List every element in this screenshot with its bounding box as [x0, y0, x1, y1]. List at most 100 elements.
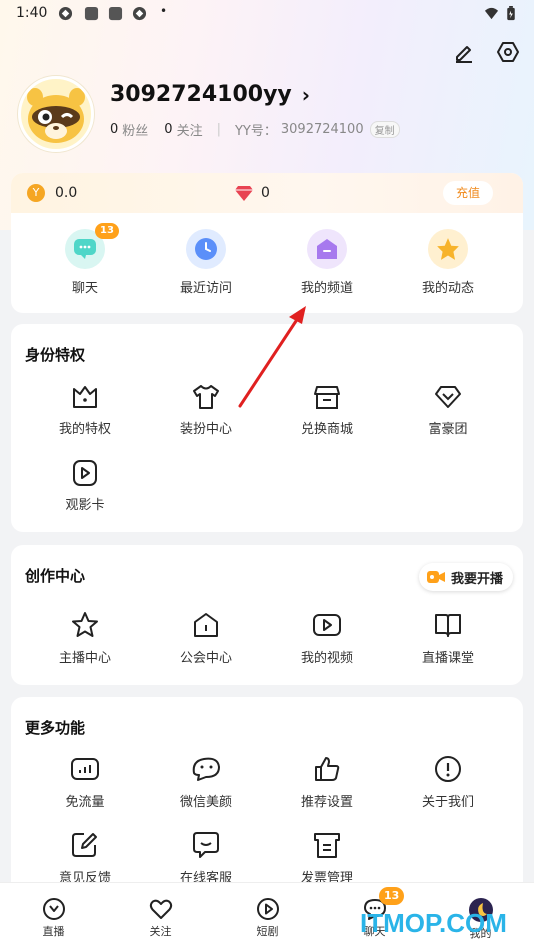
section-title: 更多功能 [25, 719, 86, 737]
recharge-button[interactable]: 充值 [443, 181, 493, 205]
vpn-icon-2 [132, 6, 147, 21]
data-free-icon [71, 758, 99, 780]
settings-icon[interactable] [496, 40, 520, 64]
grid-label: 公会中心 [179, 651, 232, 666]
coin-icon: Y [27, 184, 45, 202]
grid-label: 关于我们 [421, 795, 474, 810]
grid-exchange-store[interactable]: 兑换商城 [263, 384, 391, 437]
store-icon [314, 386, 340, 409]
shortcut-row: 13 聊天 最近访问 我的频道 我的动态 [11, 223, 523, 307]
grid-free-data[interactable]: 免流量 [21, 755, 149, 810]
status-bar: 1:40 • [0, 0, 534, 28]
grid-anchor-center[interactable]: 主播中心 [21, 611, 149, 666]
grid-invoice-management[interactable]: 发票管理 [263, 831, 391, 886]
notification-square-icon-2 [108, 6, 123, 21]
go-live-button[interactable]: 我要开播 [418, 563, 513, 591]
raccoon-avatar-icon [27, 88, 85, 143]
info-icon [435, 756, 461, 782]
username: 3092724100yy [110, 82, 292, 107]
grid-online-service[interactable]: 在线客服 [142, 831, 270, 886]
grid-movie-card[interactable]: 观影卡 [21, 460, 149, 513]
clock-icon [186, 229, 226, 269]
go-live-label: 我要开播 [450, 571, 503, 587]
yy-id-label: YY号： [234, 124, 277, 139]
section-title: 创作中心 [25, 567, 86, 585]
chat-tab-badge: 13 [379, 887, 405, 905]
wallet-card: Y 0.0 0 充值 13 聊天 最近访问 我的频道 我的动态 [11, 173, 523, 313]
grid-label: 主播中心 [58, 651, 111, 666]
battery-icon [507, 6, 515, 21]
movie-card-icon [73, 460, 97, 486]
tab-live[interactable]: 直播 [0, 897, 107, 939]
shortcut-label: 最近访问 [179, 281, 232, 296]
tab-follow[interactable]: 关注 [107, 897, 214, 939]
fans-count: 0 [110, 122, 119, 137]
follow-count: 0 [164, 122, 173, 137]
guild-icon [194, 613, 218, 637]
heart-icon [149, 899, 172, 919]
grid-my-videos[interactable]: 我的视频 [263, 611, 391, 666]
grid-label: 富豪团 [428, 422, 468, 437]
vpn-icon [58, 6, 73, 21]
grid-guild-center[interactable]: 公会中心 [142, 611, 270, 666]
fans-label[interactable]: 粉丝 [122, 120, 148, 139]
wallet-bar: Y 0.0 0 充值 [11, 173, 523, 213]
grid-live-classroom[interactable]: 直播课堂 [384, 611, 512, 666]
beauty-icon [192, 757, 220, 781]
copy-button[interactable]: 复制 [369, 121, 400, 138]
grid-feedback[interactable]: 意见反馈 [21, 831, 149, 886]
shortcut-recent-visits[interactable]: 最近访问 [142, 227, 270, 296]
grid-dress-center[interactable]: 装扮中心 [142, 384, 270, 437]
shortcut-chat[interactable]: 13 聊天 [21, 223, 149, 296]
notification-square-icon [84, 6, 99, 21]
book-icon [435, 614, 461, 637]
status-time: 1:40 [16, 5, 48, 21]
live-tab-icon [42, 898, 65, 920]
service-icon [193, 832, 219, 858]
edit-icon[interactable] [452, 40, 476, 64]
shortcut-my-moments[interactable]: 我的动态 [384, 227, 512, 296]
star-outline-icon [72, 612, 98, 637]
chat-badge: 13 [95, 223, 119, 239]
grid-label: 推荐设置 [300, 795, 353, 810]
shortcut-my-channel[interactable]: 我的频道 [263, 227, 391, 296]
feedback-icon [72, 833, 97, 857]
avatar[interactable] [18, 76, 94, 152]
grid-label: 我的特权 [58, 422, 111, 437]
tab-short-drama[interactable]: 短剧 [214, 897, 321, 939]
play-icon [256, 898, 279, 920]
grid-label: 观影卡 [65, 498, 105, 513]
divider: | [216, 122, 221, 137]
star-icon [428, 229, 468, 269]
grid-label: 我的视频 [300, 651, 353, 666]
channel-icon [307, 229, 347, 269]
shirt-icon [193, 385, 219, 409]
more-section: 更多功能 免流量 微信美颜 推荐设置 关于我们 意见反馈 在线客服 发票管理 [11, 697, 523, 897]
grid-my-privilege[interactable]: 我的特权 [21, 384, 149, 437]
thumbs-up-icon [315, 757, 340, 781]
chat-icon: 13 [65, 223, 119, 269]
chevron-right-icon: › [301, 82, 311, 107]
shortcut-label: 我的频道 [300, 281, 353, 296]
gem-balance: 0 [261, 185, 270, 201]
wifi-icon [484, 7, 499, 20]
camera-icon [426, 571, 445, 583]
grid-rich-club[interactable]: 富豪团 [384, 384, 512, 437]
username-row[interactable]: 3092724100yy › [110, 82, 310, 107]
tab-label: 直播 [42, 925, 65, 938]
grid-wechat-beauty[interactable]: 微信美颜 [142, 755, 270, 810]
grid-label: 直播课堂 [421, 651, 474, 666]
grid-recommend-settings[interactable]: 推荐设置 [263, 755, 391, 810]
grid-about-us[interactable]: 关于我们 [384, 755, 512, 810]
grid-label: 装扮中心 [179, 422, 232, 437]
follow-label[interactable]: 关注 [177, 120, 203, 139]
gem-icon [235, 186, 253, 201]
yy-id-value: 3092724100 [280, 122, 364, 137]
grid-label: 微信美颜 [179, 795, 232, 810]
coin-balance: 0.0 [55, 185, 78, 201]
watermark: ITMOP.COM [360, 908, 507, 938]
tab-label: 关注 [149, 925, 172, 938]
grid-label: 兑换商城 [300, 422, 353, 437]
video-icon [313, 614, 341, 636]
shortcut-label: 聊天 [71, 281, 98, 296]
